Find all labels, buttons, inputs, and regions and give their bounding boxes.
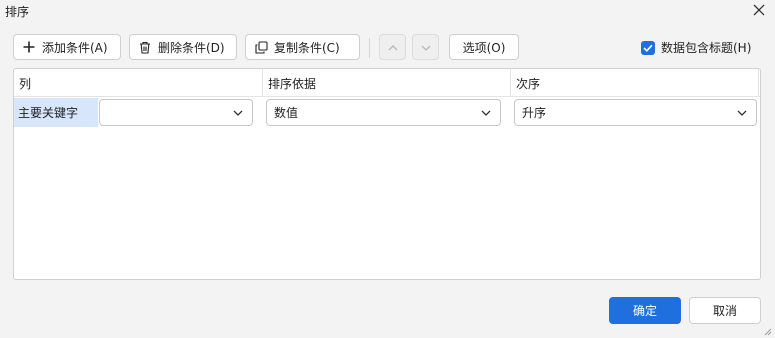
toolbar-divider xyxy=(369,38,370,58)
grid-header: 列 排序依据 次序 xyxy=(14,69,760,97)
dialog-title: 排序 xyxy=(5,5,30,19)
chevron-down-icon xyxy=(736,107,748,119)
column-header-sort-on: 排序依据 xyxy=(268,76,317,91)
column-divider xyxy=(758,69,759,97)
move-up-button[interactable] xyxy=(379,34,406,60)
cancel-button[interactable]: 取消 xyxy=(689,297,761,324)
close-icon[interactable] xyxy=(751,2,767,18)
column-select[interactable] xyxy=(99,99,253,126)
copy-condition-button[interactable]: 复制条件(C) xyxy=(245,34,360,60)
sort-conditions-grid: 列 排序依据 次序 主要关键字 数值 升序 xyxy=(13,68,761,280)
options-button[interactable]: 选项(O) xyxy=(449,34,519,60)
order-select-value: 升序 xyxy=(522,106,547,120)
delete-condition-label: 删除条件(D) xyxy=(158,40,225,55)
copy-icon xyxy=(254,40,268,54)
sort-on-select[interactable]: 数值 xyxy=(266,99,501,126)
order-select[interactable]: 升序 xyxy=(514,99,757,126)
chevron-down-icon xyxy=(421,40,431,54)
column-header-column: 列 xyxy=(19,76,32,91)
move-down-button[interactable] xyxy=(412,34,439,60)
title-bar: 排序 xyxy=(0,0,775,22)
chevron-down-icon xyxy=(232,107,244,119)
ok-button[interactable]: 确定 xyxy=(609,297,681,324)
trash-icon xyxy=(138,40,152,54)
resize-grip-icon[interactable] xyxy=(762,325,772,336)
checkmark-icon xyxy=(641,40,655,55)
add-condition-label: 添加条件(A) xyxy=(42,40,108,55)
table-row: 主要关键字 数值 升序 xyxy=(14,98,760,127)
plus-icon xyxy=(22,40,36,54)
column-header-order: 次序 xyxy=(516,76,541,91)
chevron-up-icon xyxy=(388,40,398,54)
copy-condition-label: 复制条件(C) xyxy=(274,40,340,55)
primary-key-label: 主要关键字 xyxy=(14,98,98,127)
delete-condition-button[interactable]: 删除条件(D) xyxy=(129,34,237,60)
header-checkbox-label: 数据包含标题(H) xyxy=(661,41,752,55)
chevron-down-icon xyxy=(480,107,492,119)
sort-on-select-value: 数值 xyxy=(274,106,299,120)
header-checkbox[interactable]: 数据包含标题(H) xyxy=(641,39,751,56)
options-label: 选项(O) xyxy=(462,40,506,55)
add-condition-button[interactable]: 添加条件(A) xyxy=(13,34,121,60)
